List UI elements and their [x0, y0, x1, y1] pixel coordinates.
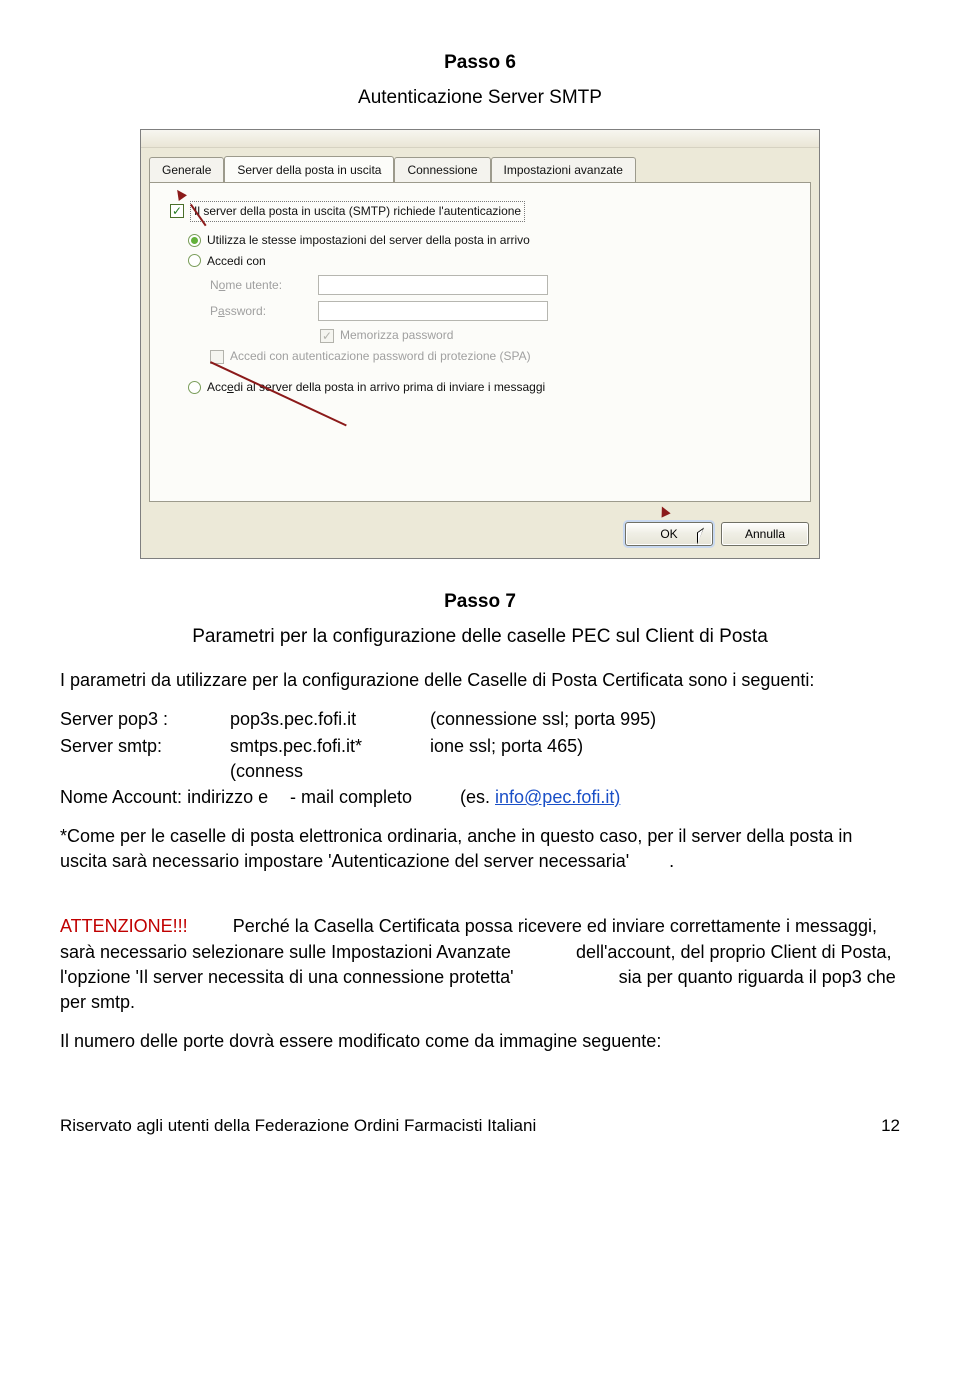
- radio-same-settings[interactable]: [188, 234, 201, 247]
- attention-label: ATTENZIONE!!!: [60, 916, 188, 936]
- tab-connessione[interactable]: Connessione: [394, 157, 490, 183]
- row-username: Nome utente:: [210, 275, 790, 295]
- checkbox-auth-required[interactable]: ✓: [170, 204, 184, 218]
- row-auth-required: ✓ Il server della posta in uscita (SMTP)…: [170, 201, 790, 222]
- tab-strip: Generale Server della posta in uscita Co…: [149, 156, 811, 182]
- checkbox-remember-password: ✓: [320, 329, 334, 343]
- tab-pane: ✓ Il server della posta in uscita (SMTP)…: [149, 182, 811, 502]
- row-radio-same-settings: Utilizza le stesse impostazioni del serv…: [188, 232, 790, 249]
- cell-smtp-host: smtps.pec.fofi.it* (conness: [230, 734, 430, 784]
- dialog-titlebar: [141, 130, 819, 148]
- step7-subtitle: Parametri per la configurazione delle ca…: [60, 624, 900, 651]
- step6-title: Passo 6: [60, 50, 900, 77]
- row-remember-password: ✓ Memorizza password: [320, 327, 790, 344]
- cell-account-label: Nome Account: indirizzo e: [60, 785, 290, 810]
- row-account: Nome Account: indirizzo e - mail complet…: [60, 785, 900, 810]
- arrow-head-1: [173, 187, 187, 201]
- radio-login-first[interactable]: [188, 381, 201, 394]
- cell-account-example: (es. info@pec.fofi.it): [460, 785, 620, 810]
- params-table: Server pop3 : pop3s.pec.fofi.it (conness…: [60, 707, 900, 810]
- label-remember-password: Memorizza password: [340, 327, 453, 344]
- row-smtp: Server smtp: smtps.pec.fofi.it* (conness…: [60, 734, 900, 784]
- cell-pop3-host: pop3s.pec.fofi.it: [230, 707, 430, 732]
- cancel-button[interactable]: Annulla: [721, 522, 809, 546]
- attention-paragraph: ATTENZIONE!!! Perché la Casella Certific…: [60, 914, 900, 1015]
- example-email-link[interactable]: info@pec.fofi.it): [495, 787, 620, 807]
- cell-pop3-label: Server pop3 :: [60, 707, 230, 732]
- tab-impostazioni-avanzate[interactable]: Impostazioni avanzate: [491, 157, 636, 183]
- intro-paragraph: I parametri da utilizzare per la configu…: [60, 668, 900, 693]
- cell-smtp-port: ione ssl; porta 465): [430, 734, 583, 784]
- row-radio-login-with: Accedi con: [188, 253, 790, 270]
- page-footer: Riservato agli utenti della Federazione …: [60, 1114, 900, 1138]
- label-login-with: Accedi con: [207, 253, 266, 270]
- dialog-body: Generale Server della posta in uscita Co…: [141, 148, 819, 512]
- input-username[interactable]: [318, 275, 548, 295]
- input-password[interactable]: [318, 301, 548, 321]
- label-auth-required: Il server della posta in uscita (SMTP) r…: [190, 201, 525, 222]
- page-number: 12: [881, 1114, 900, 1138]
- footer-text: Riservato agli utenti della Federazione …: [60, 1114, 536, 1138]
- cell-smtp-label: Server smtp:: [60, 734, 230, 784]
- label-username: Nome utente:: [210, 277, 310, 294]
- label-same-settings: Utilizza le stesse impostazioni del serv…: [207, 232, 530, 249]
- tab-server-uscita[interactable]: Server della posta in uscita: [224, 156, 394, 182]
- button-bar: OK Annulla: [141, 512, 819, 558]
- step6-subtitle: Autenticazione Server SMTP: [60, 85, 900, 112]
- cell-pop3-port: (connessione ssl; porta 995): [430, 707, 656, 732]
- row-password: Password:: [210, 301, 790, 321]
- label-login-first: Accedi al server della posta in arrivo p…: [207, 379, 545, 396]
- dialog-frame: Generale Server della posta in uscita Co…: [140, 129, 820, 559]
- note-paragraph: *Come per le caselle di posta elettronic…: [60, 824, 900, 874]
- label-password: Password:: [210, 303, 310, 320]
- label-spa: Accedi con autenticazione password di pr…: [230, 348, 531, 365]
- step7-title: Passo 7: [60, 589, 900, 616]
- radio-login-with[interactable]: [188, 254, 201, 267]
- closing-paragraph: Il numero delle porte dovrà essere modif…: [60, 1029, 900, 1054]
- cursor-icon: [697, 530, 711, 550]
- row-pop3: Server pop3 : pop3s.pec.fofi.it (conness…: [60, 707, 900, 732]
- row-spa: Accedi con autenticazione password di pr…: [210, 348, 790, 365]
- cell-account-val: - mail completo: [290, 785, 460, 810]
- tab-generale[interactable]: Generale: [149, 157, 224, 183]
